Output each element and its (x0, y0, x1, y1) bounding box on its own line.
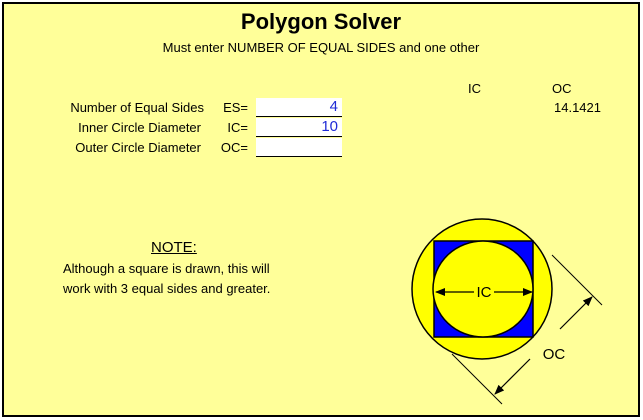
outer-diameter-label: Outer Circle Diameter (75, 140, 201, 155)
ic-result-header: IC (468, 81, 481, 96)
sides-code: ES= (223, 100, 248, 115)
oc-dimension-line-lower (494, 358, 531, 395)
polygon-diagram: IC OC (411, 218, 603, 405)
oc-extension-upper (551, 254, 603, 306)
inner-diameter-label: Inner Circle Diameter (78, 120, 201, 135)
note-line-2: work with 3 equal sides and greater. (63, 281, 271, 296)
oc-extension-lower (451, 353, 503, 405)
spreadsheet-area: Polygon Solver Must enter NUMBER OF EQUA… (2, 2, 640, 417)
oc-diagram-label: OC (543, 346, 566, 363)
note-title: NOTE: (151, 239, 197, 256)
note-line-1: Although a square is drawn, this will (63, 261, 270, 276)
outer-diameter-input[interactable] (256, 138, 342, 157)
sides-label: Number of Equal Sides (70, 100, 204, 115)
instructions-text: Must enter NUMBER OF EQUAL SIDES and one… (162, 40, 480, 55)
inner-diameter-input[interactable]: 10 (256, 118, 342, 137)
sides-input[interactable]: 4 (256, 98, 342, 117)
page-title: Polygon Solver (240, 9, 402, 34)
oc-result-value: 14.1421 (554, 100, 601, 115)
inner-diameter-code: IC= (227, 120, 248, 135)
ic-diagram-label: IC (477, 284, 492, 301)
outer-diameter-code: OC= (220, 140, 248, 155)
oc-dimension-line-upper (559, 296, 593, 330)
oc-result-header: OC (552, 81, 572, 96)
